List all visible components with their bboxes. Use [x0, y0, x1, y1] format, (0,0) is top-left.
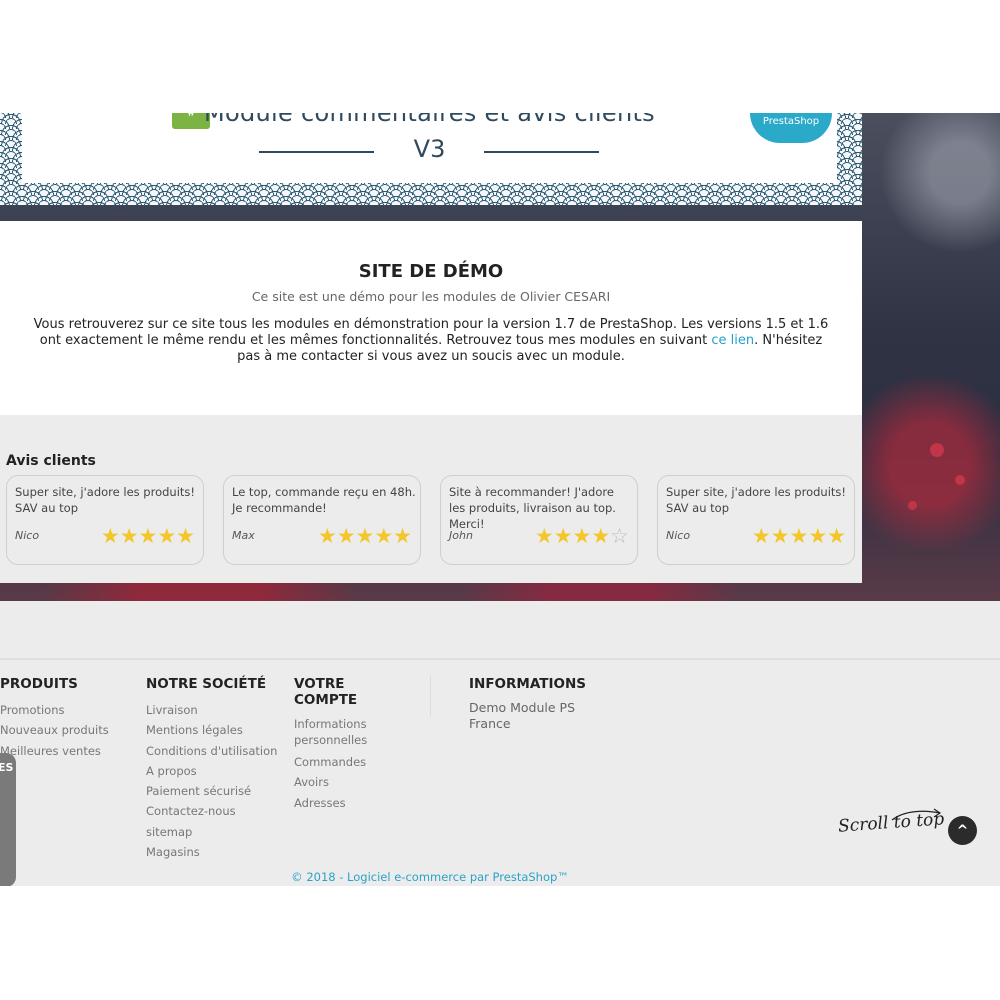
footer-link-adresses[interactable]: Adresses: [294, 793, 404, 813]
modules-link[interactable]: ce lien: [711, 333, 754, 348]
review-card: Le top, commande reçu en 48h. Je recomma…: [223, 475, 421, 565]
demo-body-line2: ont exactement le même rendu et les même…: [39, 333, 712, 348]
star-filled-icon: ★: [827, 524, 846, 548]
star-filled-icon: ★: [534, 524, 554, 548]
star-filled-icon: ★: [789, 524, 809, 548]
footer-col-compte: VOTRE COMPTE Informations personnelles C…: [294, 676, 404, 813]
footer-link-livraison[interactable]: Livraison: [146, 700, 277, 720]
module-title: Module commentaires et avis clients: [204, 113, 655, 127]
star-filled-icon: ★: [591, 524, 611, 548]
reviews-title: Avis clients: [6, 453, 96, 469]
footer-heading-produits: PRODUITS: [0, 676, 78, 692]
footer-link-conditions[interactable]: Conditions d'utilisation: [146, 741, 277, 761]
star-filled-icon: ★: [119, 524, 139, 548]
footer-col-produits: PRODUITS Promotions Nouveaux produits Me…: [0, 676, 109, 761]
store-name: Demo Module PS: [469, 700, 576, 715]
copyright[interactable]: © 2018 - Logiciel e-commerce par PrestaS…: [0, 870, 860, 884]
star-filled-icon: ★: [355, 524, 375, 548]
demo-subtitle: Ce site est une démo pour les modules de…: [251, 289, 611, 304]
star-filled-icon: ★: [572, 524, 592, 548]
footer-col-informations: INFORMATIONS Demo Module PS France: [469, 676, 586, 732]
star-filled-icon: ★: [808, 524, 828, 548]
footer-heading-societe: NOTRE SOCIÉTÉ: [146, 676, 267, 692]
footer-link-mentions[interactable]: Mentions légales: [146, 720, 277, 740]
curved-arrow-icon: [891, 808, 942, 821]
review-card: Super site, j'adore les produits! SAV au…: [6, 475, 204, 565]
star-filled-icon: ★: [770, 524, 790, 548]
footer-link-commandes[interactable]: Commandes: [294, 752, 404, 772]
star-filled-icon: ★: [751, 524, 771, 548]
demo-body: Vous retrouverez sur ce site tous les mo…: [30, 317, 832, 365]
review-card: Site à recommander! J'adore les produits…: [440, 475, 638, 565]
review-stars: ★★★★☆: [535, 524, 629, 548]
footer-link-paiement[interactable]: Paiement sécurisé: [146, 781, 277, 801]
footer-heading-informations: INFORMATIONS: [469, 676, 586, 692]
review-stars: ★★★★★: [318, 524, 412, 548]
footer-link-meilleures-ventes[interactable]: Meilleures ventes: [0, 741, 109, 761]
star-filled-icon: ★: [176, 524, 195, 548]
store-country: France: [469, 716, 511, 731]
star-filled-icon: ★: [336, 524, 356, 548]
star-filled-icon: ★: [317, 524, 337, 548]
review-text: Le top, commande reçu en 48h. Je recomma…: [232, 485, 416, 515]
star-filled-icon: ★: [138, 524, 158, 548]
review-author: John: [449, 529, 473, 542]
footer-link-informations[interactable]: Informations personnelles: [294, 716, 404, 748]
review-text: Super site, j'adore les produits! SAV au…: [666, 485, 846, 515]
header-wave-band: ❞ Module commentaires et avis clients V3…: [0, 113, 862, 205]
reviews-section: Avis clients Super site, j'adore les pro…: [0, 415, 862, 583]
review-author: Nico: [666, 529, 691, 542]
review-text: Super site, j'adore les produits! SAV au…: [15, 485, 195, 515]
footer-link-apropos[interactable]: A propos: [146, 761, 277, 781]
footer-link-sitemap[interactable]: sitemap: [146, 822, 277, 842]
footer-link-avoirs[interactable]: Avoirs: [294, 772, 404, 792]
demo-body-line1: Vous retrouverez sur ce site tous les mo…: [33, 317, 829, 332]
star-filled-icon: ★: [157, 524, 177, 548]
review-author: Max: [232, 529, 255, 542]
footer-link-nouveaux-produits[interactable]: Nouveaux produits: [0, 720, 109, 740]
star-filled-icon: ★: [374, 524, 394, 548]
divider-line: [484, 151, 599, 153]
page: ❞ Module commentaires et avis clients V3…: [0, 113, 1000, 886]
review-author: Nico: [15, 529, 40, 542]
star-filled-icon: ★: [100, 524, 120, 548]
side-tab[interactable]: ES: [0, 753, 16, 886]
footer-link-contact[interactable]: Contactez-nous: [146, 801, 277, 821]
star-filled-icon: ★: [393, 524, 412, 548]
footer-separator: [0, 658, 1000, 660]
star-filled-icon: ★: [553, 524, 573, 548]
demo-section: SITE DE DÉMO Ce site est une démo pour l…: [0, 221, 862, 415]
footer-link-promotions[interactable]: Promotions: [0, 700, 109, 720]
chevron-up-icon[interactable]: ^: [948, 816, 977, 845]
demo-title: SITE DE DÉMO: [358, 261, 504, 282]
demo-body-line2-end: . N'hésitez: [754, 333, 823, 348]
star-empty-icon: ☆: [610, 524, 629, 548]
review-stars: ★★★★★: [752, 524, 846, 548]
header-card: ❞ Module commentaires et avis clients V3…: [22, 113, 837, 183]
module-version: V3: [413, 135, 446, 163]
footer-link-magasins[interactable]: Magasins: [146, 842, 277, 862]
demo-body-line3: pas à me contacter si vous avez un souci…: [237, 349, 625, 364]
footer-heading-compte: VOTRE COMPTE: [294, 676, 358, 708]
footer-col-societe: NOTRE SOCIÉTÉ Livraison Mentions légales…: [146, 676, 277, 862]
review-card: Super site, j'adore les produits! SAV au…: [657, 475, 855, 565]
footer-divider: [430, 676, 431, 716]
review-stars: ★★★★★: [101, 524, 195, 548]
